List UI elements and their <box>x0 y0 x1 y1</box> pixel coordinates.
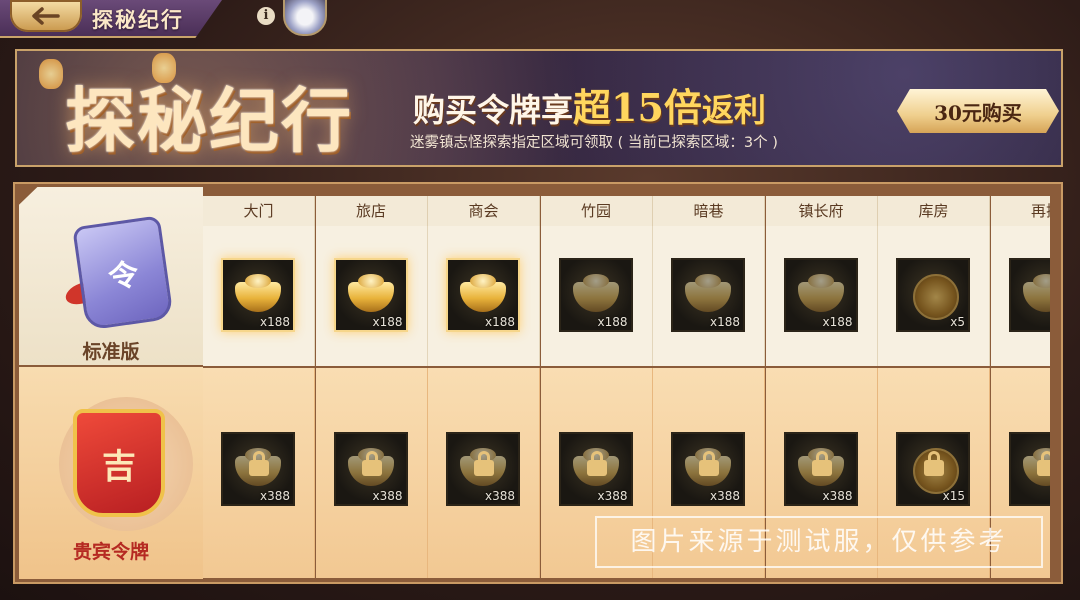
vip-token-icon: 吉 <box>73 409 165 517</box>
banner-title: 探秘纪行 <box>65 79 353 162</box>
vip-reward-item[interactable] <box>1008 432 1050 506</box>
reward-quantity: x188 <box>259 315 290 329</box>
lantern-decoration <box>39 59 63 89</box>
vip-reward-cell: x388 <box>428 368 540 578</box>
area-name: 商会 <box>428 196 540 226</box>
buy-button[interactable]: 30元购买 <box>897 89 1059 133</box>
standard-reward-cell: x188 <box>540 226 653 366</box>
back-button[interactable] <box>10 0 82 32</box>
reward-quantity: x388 <box>484 489 515 503</box>
standard-reward-cell: x188 <box>203 226 315 366</box>
event-banner: 探秘纪行 购买令牌享超15倍返利 迷雾镇志怪探索指定区域可领取 ( 当前已探索区… <box>15 49 1063 167</box>
tier-standard: 令 标准版 <box>19 187 203 365</box>
lock-icon <box>924 451 944 476</box>
area-name: 库房 <box>878 196 990 226</box>
standard-reward-item[interactable]: x188 <box>558 258 633 332</box>
standard-reward-cell: x188 <box>653 226 765 366</box>
gold-ingot-icon <box>572 274 619 312</box>
lock-icon <box>249 451 269 476</box>
standard-reward-item[interactable]: x188 <box>446 258 520 332</box>
reward-quantity: x188 <box>484 315 515 329</box>
promo-suffix: 返利 <box>701 91 766 129</box>
reward-quantity: x188 <box>709 315 740 329</box>
reward-quantity: x188 <box>597 315 628 329</box>
promo-highlight: 超15倍 <box>573 85 702 130</box>
vip-reward-item[interactable]: x15 <box>896 432 970 506</box>
reward-quantity: x188 <box>372 315 403 329</box>
gold-ingot-icon <box>347 274 394 312</box>
lock-icon <box>361 451 382 476</box>
promo-prefix: 购买令牌享 <box>413 91 574 129</box>
reward-quantity: x388 <box>372 489 403 503</box>
standard-reward-item[interactable] <box>1008 258 1050 332</box>
standard-token-icon: 令 <box>72 215 174 331</box>
tier-vip-label: 贵宾令牌 <box>72 541 149 563</box>
vip-reward-cell: x388 <box>203 368 315 578</box>
area-name: 旅店 <box>315 196 428 226</box>
area-column: 大门 x188 x388 <box>203 196 315 578</box>
tier-vip[interactable]: 吉 贵宾令牌 <box>19 367 203 579</box>
page-title: 探秘纪行 <box>92 7 184 32</box>
vip-reward-cell: x388 <box>315 368 428 578</box>
info-icon[interactable]: i <box>257 7 275 25</box>
title-tab: 探秘纪行 <box>0 0 222 38</box>
area-name: 暗巷 <box>653 196 765 226</box>
lock-icon <box>811 451 832 476</box>
vip-reward-item[interactable]: x388 <box>558 432 633 506</box>
standard-reward-cell: x188 <box>428 226 540 366</box>
gold-ingot-icon <box>685 274 731 312</box>
avatar[interactable] <box>283 0 327 36</box>
area-name: 大门 <box>203 196 315 226</box>
area-name: 再探 <box>990 196 1050 226</box>
reward-quantity: x15 <box>942 489 965 503</box>
standard-reward-item[interactable]: x5 <box>896 258 970 332</box>
gold-ingot-icon <box>235 274 281 312</box>
vip-reward-item[interactable]: x388 <box>671 432 745 506</box>
lock-icon <box>699 451 719 476</box>
standard-reward-item[interactable]: x188 <box>333 258 408 332</box>
tier-standard-label: 标准版 <box>82 341 140 363</box>
coin-icon <box>913 274 959 320</box>
top-bar: 探秘纪行 i <box>0 0 1080 40</box>
standard-reward-cell: x188 <box>315 226 428 366</box>
vip-reward-item[interactable]: x388 <box>221 432 295 506</box>
area-name: 竹园 <box>540 196 653 226</box>
reward-quantity: x388 <box>822 489 853 503</box>
standard-reward-cell: x5 <box>878 226 990 366</box>
reward-quantity: x388 <box>259 489 290 503</box>
vip-reward-item[interactable]: x388 <box>446 432 520 506</box>
lock-icon <box>1036 451 1050 476</box>
reward-quantity: x5 <box>950 315 965 329</box>
lock-icon <box>586 451 607 476</box>
standard-reward-cell: x188 <box>765 226 878 366</box>
watermark: 图片来源于测试服，仅供参考 <box>595 516 1043 568</box>
gold-ingot-icon <box>1022 274 1050 312</box>
reward-quantity: x388 <box>709 489 740 503</box>
lock-icon <box>474 451 494 476</box>
banner-subtitle: 迷雾镇志怪探索指定区域可领取 ( 当前已探索区域：3个 ) <box>410 135 778 151</box>
vip-reward-item[interactable]: x388 <box>783 432 858 506</box>
reward-quantity: x388 <box>597 489 628 503</box>
gold-ingot-icon <box>460 274 506 312</box>
standard-reward-item[interactable]: x188 <box>221 258 295 332</box>
standard-reward-item[interactable]: x188 <box>783 258 858 332</box>
vip-reward-item[interactable]: x388 <box>333 432 408 506</box>
reward-quantity: x188 <box>822 315 853 329</box>
standard-reward-cell <box>990 226 1050 366</box>
standard-reward-item[interactable]: x188 <box>671 258 745 332</box>
promo-text: 购买令牌享超15倍返利 <box>413 77 766 132</box>
gold-ingot-icon <box>797 274 844 312</box>
area-column: 旅店 x188 x388 <box>315 196 428 578</box>
area-column: 商会 x188 x388 <box>428 196 540 578</box>
area-name: 镇长府 <box>765 196 878 226</box>
back-arrow-icon <box>32 7 60 25</box>
